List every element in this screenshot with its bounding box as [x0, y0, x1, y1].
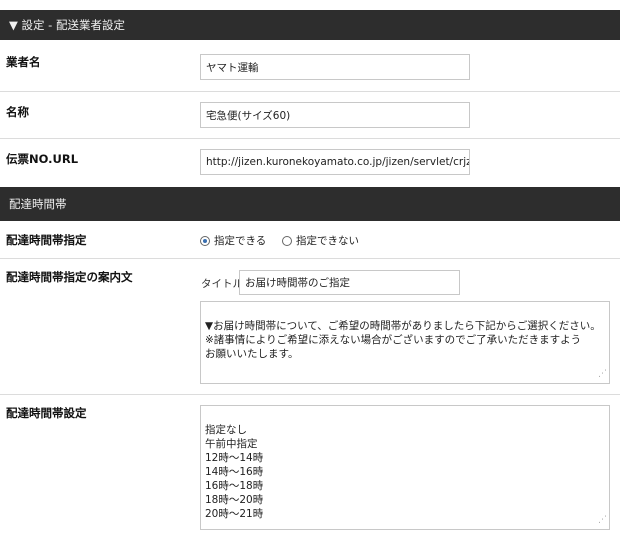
tracking-url-input[interactable]: http://jizen.kuronekoyamato.co.jp/jizen/…: [200, 149, 470, 175]
radio-not-designatable[interactable]: 指定できない: [282, 233, 359, 248]
time-slots-label: 配達時間帯設定: [6, 406, 87, 420]
delivery-time-section-title: 配達時間帯: [9, 197, 67, 211]
time-designation-label: 配達時間帯指定: [6, 233, 87, 247]
settings-section-title: ▼ 設定 - 配送業者設定: [9, 18, 125, 32]
resize-grip-icon[interactable]: ⋰: [598, 513, 607, 527]
carrier-name-input[interactable]: ヤマト運輸: [200, 54, 470, 80]
guide-text-row: 配達時間帯指定の案内文 タイトル お届け時間帯のご指定 ▼お届け時間帯について、…: [0, 259, 620, 395]
radio-not-designatable-label: 指定できない: [296, 235, 359, 247]
service-name-input[interactable]: 宅急便(サイズ60): [200, 102, 470, 128]
guide-body-textarea[interactable]: ▼お届け時間帯について、ご希望の時間帯がありましたら下記からご選択ください。 ※…: [200, 301, 610, 384]
guide-title-input[interactable]: お届け時間帯のご指定: [239, 270, 460, 295]
guide-title-label: タイトル: [201, 278, 243, 290]
guide-text-label: 配達時間帯指定の案内文: [6, 270, 133, 284]
radio-designatable[interactable]: 指定できる: [200, 233, 266, 248]
delivery-time-section-header: 配達時間帯: [0, 187, 620, 221]
time-designation-row: 配達時間帯指定 指定できる 指定できない: [0, 221, 620, 259]
radio-not-designatable-circle[interactable]: [282, 235, 292, 246]
time-slots-row: 配達時間帯設定 指定なし 午前中指定 12時～14時 14時～16時 16時～1…: [0, 395, 620, 540]
carrier-label: 業者名: [6, 55, 41, 69]
radio-designatable-label: 指定できる: [214, 235, 267, 247]
tracking-url-label: 伝票NO.URL: [6, 152, 79, 166]
resize-grip-icon[interactable]: ⋰: [598, 367, 607, 381]
service-name-row: 名称 宅急便(サイズ60): [0, 92, 620, 139]
tracking-url-row: 伝票NO.URL http://jizen.kuronekoyamato.co.…: [0, 139, 620, 187]
guide-body-text: ▼お届け時間帯について、ご希望の時間帯がありましたら下記からご選択ください。 ※…: [205, 320, 601, 360]
carrier-row: 業者名 ヤマト運輸: [0, 40, 620, 92]
time-slots-textarea[interactable]: 指定なし 午前中指定 12時～14時 14時～16時 16時～18時 18時～2…: [200, 405, 610, 530]
settings-section-header: ▼ 設定 - 配送業者設定: [0, 10, 620, 40]
service-name-label: 名称: [6, 105, 29, 119]
radio-designatable-circle[interactable]: [200, 235, 210, 246]
time-slots-text: 指定なし 午前中指定 12時～14時 14時～16時 16時～18時 18時～2…: [205, 424, 264, 520]
